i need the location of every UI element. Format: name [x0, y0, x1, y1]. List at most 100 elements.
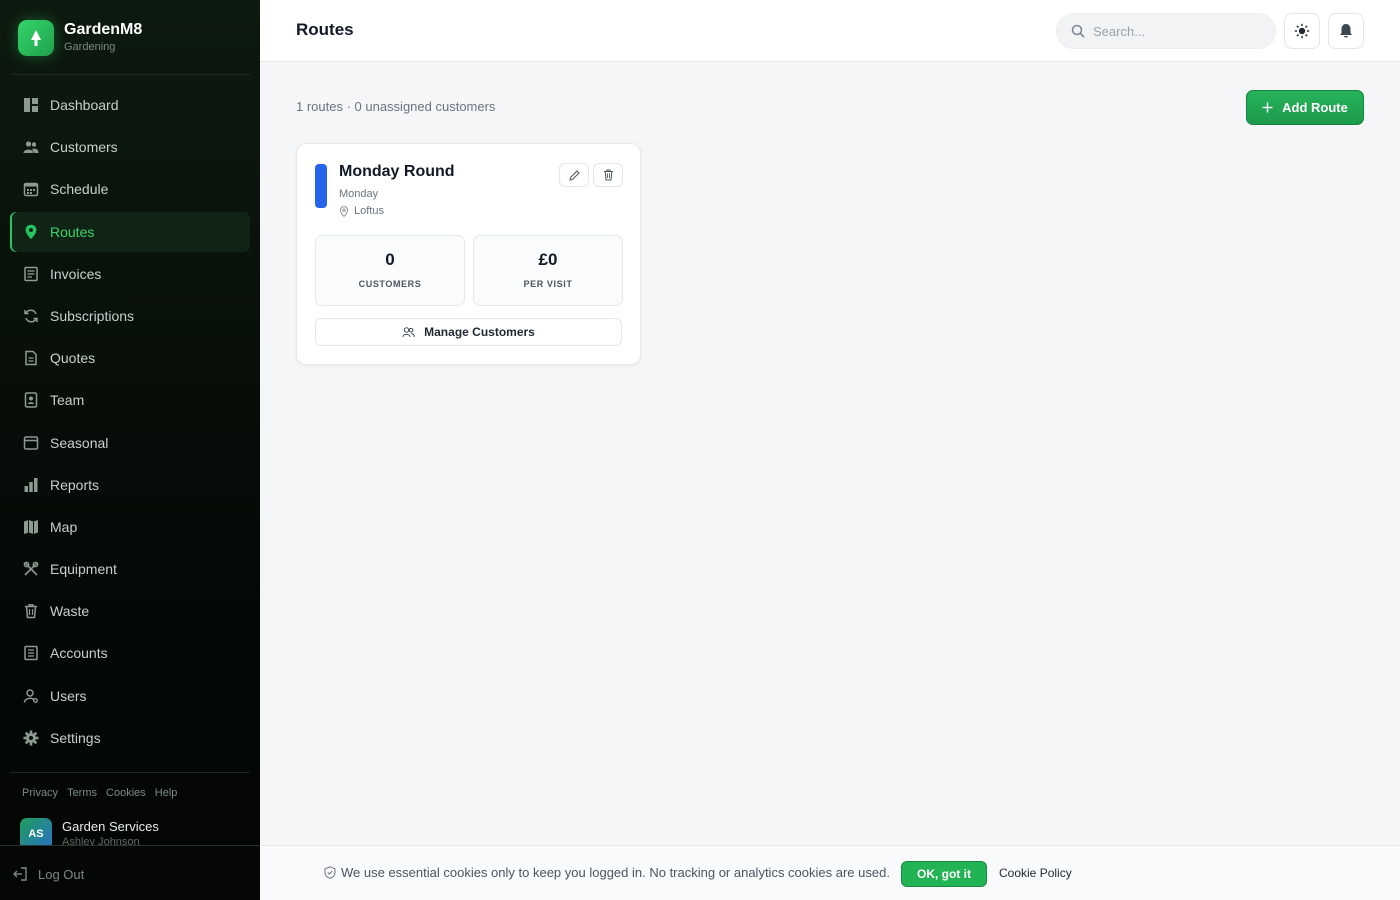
route-location: Loftus	[339, 205, 384, 217]
route-location-text: Loftus	[354, 205, 384, 217]
tools-icon	[23, 561, 39, 576]
brand[interactable]: GardenM8 Gardening	[18, 20, 142, 56]
sidebar-item-seasonal[interactable]: Seasonal	[10, 423, 250, 463]
search-icon	[1071, 24, 1085, 38]
sidebar-item-label: Map	[50, 518, 78, 535]
sidebar-item-label: Settings	[50, 729, 101, 746]
search-box[interactable]	[1056, 13, 1276, 49]
sidebar-item-schedule[interactable]: Schedule	[10, 169, 250, 209]
map-pin-icon	[25, 224, 37, 239]
sidebar-item-customers[interactable]: Customers	[10, 127, 250, 167]
sidebar-item-dashboard[interactable]: Dashboard	[10, 85, 250, 125]
sidebar-item-accounts[interactable]: Accounts	[10, 633, 250, 673]
routes-summary: 1 routes · 0 unassigned customers	[296, 99, 496, 114]
logout-button[interactable]: Log Out	[12, 866, 84, 882]
manage-customers-button[interactable]: Manage Customers	[315, 318, 622, 346]
invoice-icon	[24, 266, 38, 281]
sidebar-item-label: Customers	[50, 139, 118, 156]
sidebar-item-reports[interactable]: Reports	[10, 465, 250, 505]
edit-route-button[interactable]	[559, 163, 589, 187]
sidebar-item-label: Team	[50, 392, 85, 409]
per-visit-value: £0	[538, 250, 558, 269]
map-icon	[24, 519, 38, 534]
sidebar-item-map[interactable]: Map	[10, 507, 250, 547]
plus-icon	[1262, 102, 1273, 113]
sidebar-item-users[interactable]: Users	[10, 676, 250, 716]
cookie-policy-link[interactable]: Cookie Policy	[999, 866, 1072, 880]
sidebar-nav: Dashboard Customers Schedule Routes Invo…	[10, 85, 250, 760]
sidebar-item-label: Seasonal	[50, 434, 109, 451]
user-org: Garden Services	[62, 819, 159, 834]
sun-icon	[1294, 23, 1310, 39]
theme-toggle-button[interactable]	[1284, 13, 1320, 49]
sidebar-item-label: Users	[50, 687, 87, 704]
sidebar-item-label: Routes	[50, 223, 95, 240]
logout-icon	[13, 867, 27, 881]
search-input[interactable]	[1093, 23, 1263, 39]
users-icon	[23, 141, 39, 154]
cookie-message-text: We use essential cookies only to keep yo…	[341, 865, 890, 880]
gear-icon	[23, 730, 39, 746]
cookie-accept-button[interactable]: OK, got it	[901, 861, 987, 887]
help-link[interactable]: Help	[155, 787, 178, 799]
logout-bar: Log Out	[0, 845, 260, 900]
route-card: Monday Round Monday Loftus 0 CUSTOMERS £…	[296, 143, 641, 365]
calendar-icon	[23, 183, 39, 197]
route-day: Monday	[339, 188, 379, 200]
trash-icon	[25, 604, 37, 619]
document-icon	[25, 350, 37, 366]
sidebar-item-label: Equipment	[50, 561, 117, 578]
per-visit-label: PER VISIT	[523, 279, 573, 289]
add-route-button[interactable]: Add Route	[1246, 90, 1364, 125]
top-header: Routes	[260, 0, 1400, 62]
customers-stat: 0 CUSTOMERS	[315, 235, 465, 306]
sidebar-item-label: Accounts	[50, 645, 108, 662]
privacy-link[interactable]: Privacy	[22, 787, 58, 799]
per-visit-stat: £0 PER VISIT	[473, 235, 623, 306]
sidebar-item-subscriptions[interactable]: Subscriptions	[10, 296, 250, 336]
brand-name: GardenM8	[64, 21, 143, 38]
pencil-icon	[568, 169, 580, 181]
bar-chart-icon	[24, 477, 38, 492]
id-badge-icon	[24, 392, 38, 409]
tree-icon	[18, 20, 54, 56]
customers-label: CUSTOMERS	[358, 279, 422, 289]
customers-count: 0	[385, 250, 395, 269]
sidebar-item-label: Dashboard	[50, 97, 119, 113]
sidebar: GardenM8 Gardening Dashboard Customers S…	[0, 0, 260, 900]
sidebar-item-label: Subscriptions	[50, 307, 135, 324]
route-color-indicator	[315, 164, 327, 208]
divider	[10, 74, 250, 75]
cookies-link[interactable]: Cookies	[106, 787, 146, 799]
user-key-icon	[23, 688, 38, 703]
sidebar-item-quotes[interactable]: Quotes	[10, 338, 250, 378]
footer-links: Privacy Terms Cookies Help	[22, 787, 177, 799]
brand-subtitle: Gardening	[64, 41, 116, 53]
terms-link[interactable]: Terms	[67, 787, 97, 799]
calendar-card-icon	[23, 435, 39, 450]
sidebar-item-waste[interactable]: Waste	[10, 591, 250, 631]
map-pin-icon	[339, 205, 349, 217]
trash-icon	[603, 169, 613, 181]
notifications-button[interactable]	[1328, 13, 1364, 49]
users-icon	[402, 326, 415, 337]
sidebar-item-label: Reports	[50, 476, 100, 493]
sidebar-item-team[interactable]: Team	[10, 380, 250, 420]
shield-check-icon	[324, 866, 336, 879]
bell-icon	[1340, 24, 1352, 38]
sidebar-item-label: Invoices	[50, 265, 102, 282]
page-title: Routes	[296, 20, 354, 39]
logout-label: Log Out	[38, 866, 85, 882]
cookie-message: We use essential cookies only to keep yo…	[324, 865, 890, 880]
sidebar-item-settings[interactable]: Settings	[10, 718, 250, 758]
refresh-icon	[24, 309, 38, 323]
add-route-label: Add Route	[1282, 100, 1348, 115]
divider	[10, 772, 250, 773]
manage-customers-label: Manage Customers	[424, 325, 535, 339]
route-name: Monday Round	[339, 163, 455, 180]
sidebar-item-routes[interactable]: Routes	[10, 211, 250, 252]
sidebar-item-invoices[interactable]: Invoices	[10, 254, 250, 294]
sidebar-item-label: Quotes	[50, 350, 96, 367]
sidebar-item-equipment[interactable]: Equipment	[10, 549, 250, 589]
delete-route-button[interactable]	[593, 163, 623, 187]
